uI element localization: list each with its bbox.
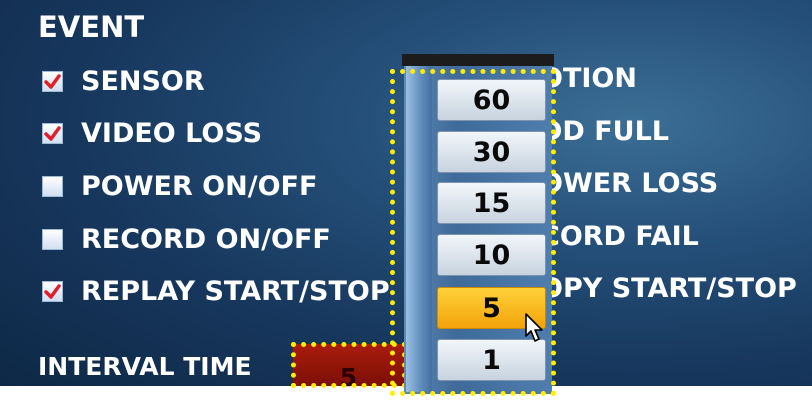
checkbox-replay-start-stop[interactable] [42, 280, 63, 302]
option-label: 60 [472, 84, 511, 116]
event-row-record-on-off[interactable]: RECORD ON/OFF [42, 222, 331, 256]
event-row-sensor[interactable]: SENSOR [42, 64, 205, 98]
dropdown-option-10[interactable]: 10 [437, 234, 546, 276]
event-label-motion: OTION [540, 63, 637, 94]
option-label: 1 [482, 344, 501, 376]
event-label-hdd-full: DD FULL [540, 116, 670, 147]
dropdown-option-15[interactable]: 15 [437, 182, 546, 224]
option-label: 15 [472, 187, 511, 219]
interval-time-value: 5 [339, 363, 358, 392]
checkbox-sensor[interactable] [42, 70, 63, 92]
checkmark-icon [44, 125, 61, 141]
interval-time-field[interactable]: 5 [293, 344, 404, 392]
dropdown-option-1[interactable]: 1 [437, 339, 546, 381]
event-label-video-loss: VIDEO LOSS [81, 117, 263, 149]
event-label-record-fail: CORD FAIL [540, 221, 699, 252]
dropdown-top-bar [402, 54, 554, 66]
event-label-replay-start-stop: REPLAY START/STOP [81, 275, 390, 307]
event-row-video-loss[interactable]: VIDEO LOSS [42, 116, 262, 150]
option-label: 5 [482, 292, 501, 324]
mouse-cursor-icon [525, 313, 543, 342]
dropdown-scroll-rail[interactable] [406, 66, 432, 392]
checkbox-record-on-off[interactable] [42, 228, 63, 250]
option-label: 30 [472, 136, 511, 168]
checkbox-power-on-off[interactable] [42, 175, 63, 197]
event-row-power-on-off[interactable]: POWER ON/OFF [42, 169, 317, 203]
section-title: EVENT [38, 10, 145, 44]
event-label-sensor: SENSOR [81, 65, 205, 97]
event-label-power-on-off: POWER ON/OFF [81, 170, 318, 202]
checkmark-icon [44, 283, 61, 299]
dropdown-option-60[interactable]: 60 [437, 79, 546, 121]
event-label-power-loss: OWER LOSS [540, 168, 719, 199]
option-label: 10 [472, 239, 511, 271]
checkbox-video-loss[interactable] [42, 122, 63, 144]
checkmark-icon [44, 73, 61, 89]
event-label-copy-start-stop: OPY START/STOP [540, 273, 797, 304]
interval-time-label: INTERVAL TIME [38, 352, 252, 381]
event-row-replay-start-stop[interactable]: REPLAY START/STOP [42, 274, 390, 308]
dropdown-option-30[interactable]: 30 [437, 131, 546, 173]
event-label-record-on-off: RECORD ON/OFF [81, 223, 331, 255]
